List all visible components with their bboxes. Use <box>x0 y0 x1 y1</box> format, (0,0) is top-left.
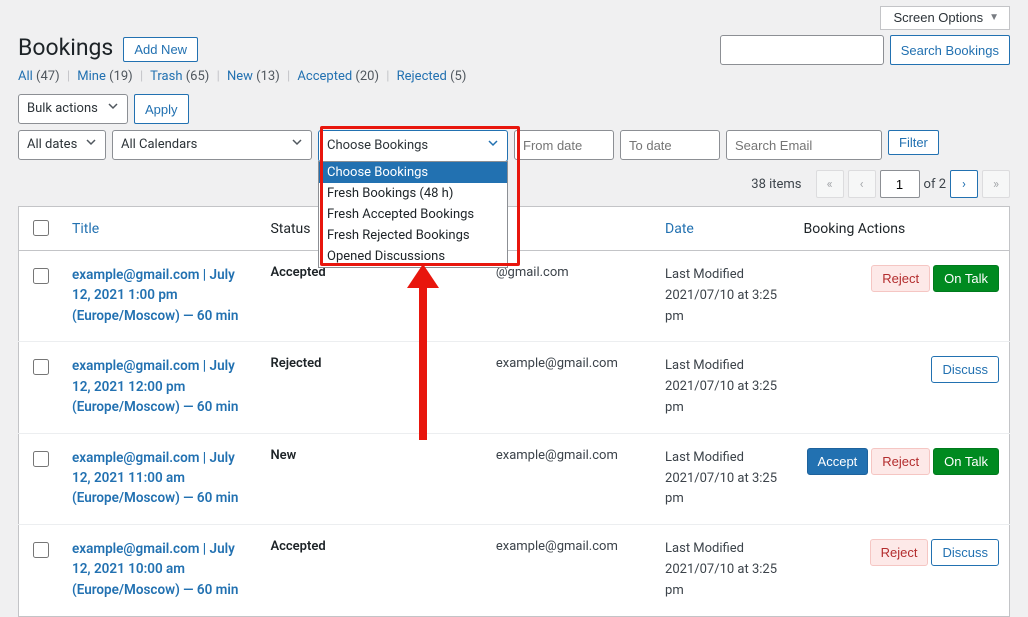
booking-date: Last Modified2021/07/10 at 3:25pm <box>655 251 794 342</box>
row-checkbox[interactable] <box>33 451 49 467</box>
bookings-table: Title Status Date Booking Actions exampl… <box>18 206 1010 617</box>
booking-title-link[interactable]: example@gmail.com | July 12, 2021 10:00 … <box>72 541 238 598</box>
caret-down-icon: ▼ <box>989 12 999 23</box>
booking-title-link[interactable]: example@gmail.com | July 12, 2021 12:00 … <box>72 358 238 415</box>
accept-button[interactable]: Accept <box>807 448 869 475</box>
chevron-down-icon <box>487 131 499 161</box>
booking-date: Last Modified2021/07/10 at 3:25pm <box>655 433 794 524</box>
chevron-down-icon <box>291 131 303 159</box>
dropdown-option[interactable]: Opened Discussions <box>319 246 507 267</box>
all-dates-select[interactable]: All dates <box>18 130 106 160</box>
booking-email: example@gmail.com <box>486 433 655 524</box>
add-new-button[interactable]: Add New <box>123 37 198 62</box>
discuss-button[interactable]: Discuss <box>931 539 999 566</box>
table-row: example@gmail.com | July 12, 2021 12:00 … <box>19 342 1010 433</box>
dropdown-option[interactable]: Fresh Accepted Bookings <box>319 204 507 225</box>
reject-button[interactable]: Reject <box>871 448 930 475</box>
row-checkbox[interactable] <box>33 542 49 558</box>
booking-email: example@gmail.com <box>486 342 655 433</box>
items-count: 38 items <box>751 177 801 192</box>
booking-email: @gmail.com <box>486 251 655 342</box>
last-page-button: » <box>982 170 1010 198</box>
reject-button[interactable]: Reject <box>870 539 929 566</box>
page-title: Bookings <box>18 34 113 61</box>
table-row: example@gmail.com | July 12, 2021 11:00 … <box>19 433 1010 524</box>
screen-options-button[interactable]: Screen Options ▼ <box>880 6 1010 30</box>
booking-title-link[interactable]: example@gmail.com | July 12, 2021 1:00 p… <box>72 267 238 324</box>
select-all-checkbox[interactable] <box>33 220 49 236</box>
bulk-actions-select[interactable]: Bulk actions <box>18 94 128 124</box>
status-filter-new[interactable]: New <box>227 69 253 84</box>
choose-bookings-dropdown[interactable]: Choose Bookings Choose Bookings Fresh Bo… <box>318 130 508 162</box>
status-filter-mine[interactable]: Mine <box>77 69 106 84</box>
row-checkbox[interactable] <box>33 359 49 375</box>
booking-email: example@gmail.com <box>486 525 655 616</box>
dropdown-option[interactable]: Fresh Bookings (48 h) <box>319 183 507 204</box>
on-talk-button[interactable]: On Talk <box>933 265 999 292</box>
all-calendars-select[interactable]: All Calendars <box>112 130 312 160</box>
choose-bookings-options: Choose Bookings Fresh Bookings (48 h) Fr… <box>318 161 508 268</box>
apply-button[interactable]: Apply <box>134 94 189 124</box>
search-email-input[interactable] <box>726 130 882 160</box>
to-date-input[interactable] <box>620 130 720 160</box>
dropdown-option[interactable]: Choose Bookings <box>319 162 507 183</box>
column-date[interactable]: Date <box>665 221 694 237</box>
on-talk-button[interactable]: On Talk <box>933 448 999 475</box>
screen-options-label: Screen Options <box>893 10 983 25</box>
filter-button[interactable]: Filter <box>888 130 939 155</box>
column-actions: Booking Actions <box>794 207 1010 251</box>
booking-status: Rejected <box>260 342 485 433</box>
page-of-text: of 2 <box>924 177 946 192</box>
booking-status: Accepted <box>260 525 485 616</box>
chevron-down-icon <box>107 95 119 123</box>
booking-date: Last Modified2021/07/10 at 3:25pm <box>655 525 794 616</box>
status-filter-trash[interactable]: Trash <box>150 69 182 84</box>
row-checkbox[interactable] <box>33 268 49 284</box>
search-input[interactable] <box>720 35 884 65</box>
from-date-input[interactable] <box>514 130 614 160</box>
chevron-down-icon <box>85 131 97 159</box>
status-filter-accepted[interactable]: Accepted <box>297 69 352 84</box>
status-filter-rejected[interactable]: Rejected <box>397 69 447 84</box>
booking-date: Last Modified2021/07/10 at 3:25pm <box>655 342 794 433</box>
column-title[interactable]: Title <box>72 221 99 237</box>
search-bookings-button[interactable]: Search Bookings <box>890 35 1010 65</box>
discuss-button[interactable]: Discuss <box>931 356 999 383</box>
booking-status: New <box>260 433 485 524</box>
status-filter-links: All (47) | Mine (19) | Trash (65) | New … <box>18 69 1010 84</box>
dropdown-option[interactable]: Fresh Rejected Bookings <box>319 225 507 246</box>
reject-button[interactable]: Reject <box>871 265 930 292</box>
table-row: example@gmail.com | July 12, 2021 10:00 … <box>19 525 1010 616</box>
table-row: example@gmail.com | July 12, 2021 1:00 p… <box>19 251 1010 342</box>
prev-page-button: ‹ <box>848 170 876 198</box>
status-filter-all[interactable]: All <box>18 69 33 84</box>
current-page-input[interactable] <box>880 170 920 198</box>
booking-title-link[interactable]: example@gmail.com | July 12, 2021 11:00 … <box>72 450 238 507</box>
next-page-button[interactable]: › <box>950 170 978 198</box>
first-page-button: « <box>816 170 844 198</box>
column-email <box>486 207 655 251</box>
